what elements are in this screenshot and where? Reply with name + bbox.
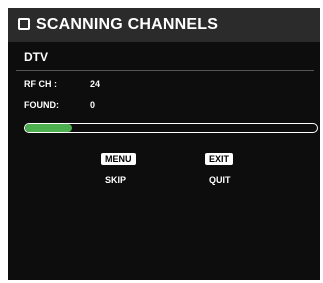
source-label: DTV [24,50,48,64]
divider [16,70,314,71]
rf-channel-value: 24 [90,79,101,89]
found-label: FOUND: [24,100,59,110]
dialog-title: SCANNING CHANNELS [36,16,219,33]
rf-channel-label: RF CH : [24,79,57,89]
menu-key-badge[interactable]: MENU [101,153,136,165]
dialog-header: SCANNING CHANNELS [8,8,320,42]
quit-action-label: QUIT [209,175,231,185]
scan-dialog: SCANNING CHANNELS DTV RF CH : 24 FOUND: … [8,8,320,280]
skip-action-label: SKIP [105,175,127,185]
scan-progress-bar [24,123,318,133]
scan-progress-fill [25,124,72,132]
exit-key-badge[interactable]: EXIT [205,153,234,165]
square-icon [18,18,30,30]
found-value: 0 [90,100,96,110]
